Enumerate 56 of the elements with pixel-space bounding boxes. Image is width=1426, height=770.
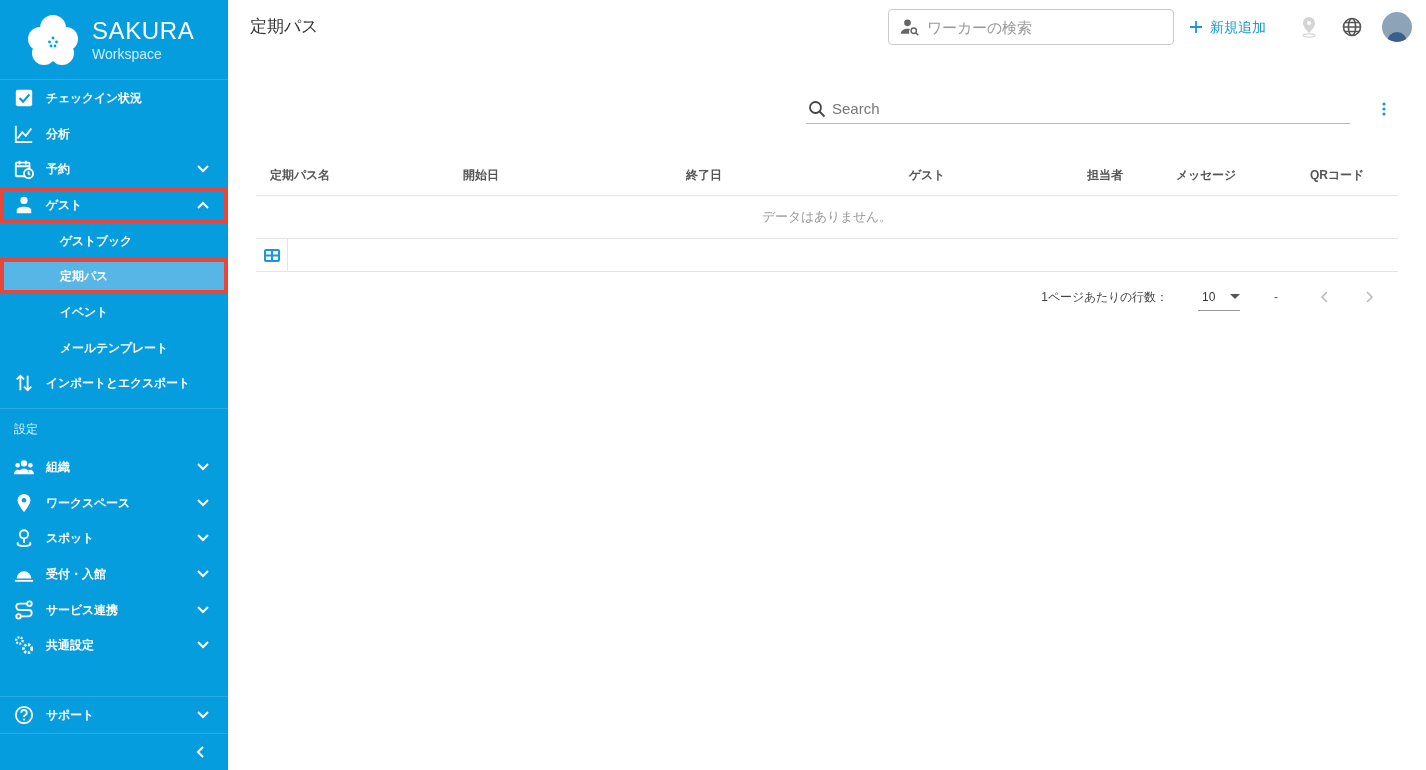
nav-item[interactable]: スポット [0, 520, 228, 557]
nav-item[interactable]: 共通設定 [0, 627, 228, 664]
table-search-field[interactable]: Search [806, 94, 1350, 124]
column-header[interactable]: メッセージ [1162, 165, 1296, 184]
nav-item[interactable]: 受付・入館 [0, 556, 228, 592]
kebab-menu-icon [1382, 102, 1386, 116]
column-header[interactable]: 定期パス名 [256, 165, 449, 184]
nav-item[interactable]: サービス連携 [0, 591, 228, 628]
column-header[interactable]: QRコード [1296, 165, 1398, 184]
page-range: - [1274, 289, 1278, 306]
logo-subtitle: Workspace [92, 46, 163, 61]
logo-title: SAKURA [92, 18, 195, 43]
collapse-sidebar-button[interactable] [194, 745, 206, 759]
nav-subitem[interactable]: 定期パス [0, 258, 228, 295]
column-header[interactable]: 終了日 [672, 165, 895, 184]
chevron-right-icon [1366, 291, 1374, 303]
nav-item[interactable]: ワークスペース [0, 484, 228, 521]
nav-item[interactable]: 分析 [0, 115, 228, 152]
nav-item[interactable]: 予約 [0, 151, 228, 188]
column-header[interactable]: ゲスト [895, 165, 1073, 184]
line-chart-icon [14, 123, 34, 144]
column-header[interactable]: 開始日 [449, 165, 672, 184]
nav-item[interactable]: ゲスト [0, 187, 228, 223]
nav-item[interactable]: 組織 [0, 449, 228, 485]
language-button[interactable] [1342, 17, 1362, 37]
up-down-arrows-icon [14, 373, 34, 394]
section-label: 設定 [13, 421, 39, 439]
search-icon [808, 100, 826, 118]
user-avatar[interactable] [1382, 12, 1412, 42]
person-search-icon [900, 17, 920, 37]
add-new-button[interactable]: 新規追加 [1186, 16, 1270, 38]
nav-item[interactable]: サポート [0, 697, 228, 733]
help-circle-icon [14, 705, 34, 726]
nav-subitem[interactable]: イベント [0, 294, 228, 330]
column-header[interactable]: 担当者 [1073, 165, 1162, 184]
map-pin-icon [14, 528, 34, 549]
plus-icon [1190, 21, 1202, 33]
nav-subitem[interactable]: ゲストブック [0, 222, 228, 259]
flower-logo-icon [26, 13, 80, 66]
dropdown-caret-icon [1230, 294, 1240, 299]
table-grid-icon [263, 248, 280, 262]
chevron-left-icon [1320, 291, 1328, 303]
nav-subitem[interactable]: メールテンプレート [0, 329, 228, 366]
connection-path-icon [14, 599, 34, 620]
chevron-left-icon [196, 746, 204, 758]
empty-message: データはありません。 [762, 208, 892, 227]
rows-per-page-label: 1ページあたりの行数： [1041, 289, 1168, 306]
worker-search-field[interactable]: ワーカーの検索 [888, 9, 1174, 45]
gears-icon [14, 635, 34, 656]
nav-item[interactable]: チェックイン状況 [0, 80, 228, 116]
person-icon [14, 194, 34, 215]
rows-per-page-select[interactable]: 10 [1198, 283, 1240, 311]
page-title: 定期パス [250, 16, 318, 39]
checkbox-icon [14, 87, 34, 108]
calendar-clock-icon [14, 159, 34, 180]
nav-item[interactable]: インポートとエクスポート [0, 365, 228, 402]
